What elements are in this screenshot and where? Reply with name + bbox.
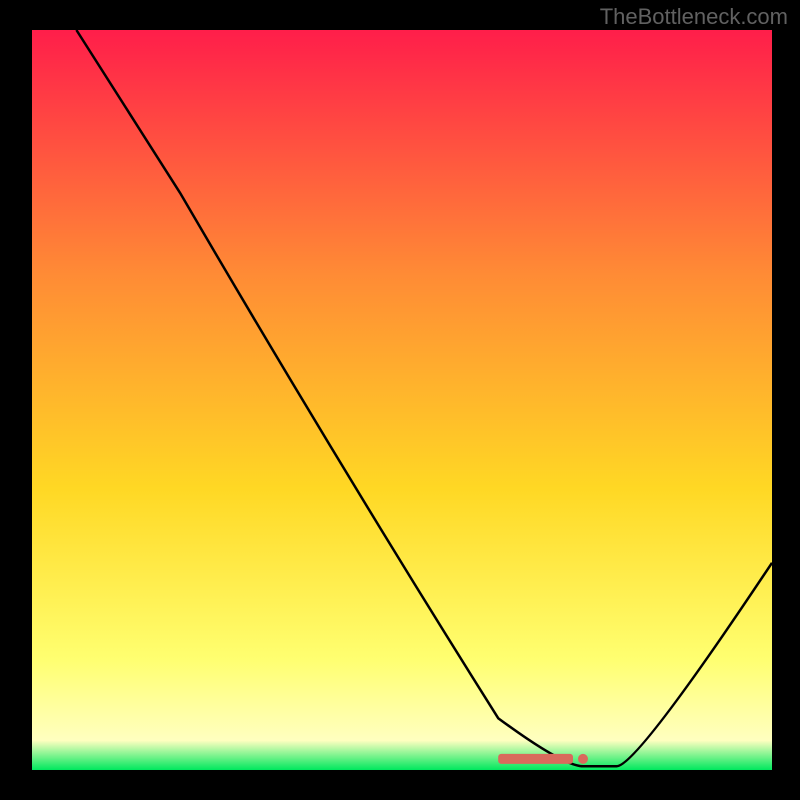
chart-container: TheBottleneck.com — [0, 0, 800, 800]
bottleneck-chart — [0, 0, 800, 800]
plot-background — [32, 30, 772, 770]
watermark-text: TheBottleneck.com — [600, 4, 788, 30]
